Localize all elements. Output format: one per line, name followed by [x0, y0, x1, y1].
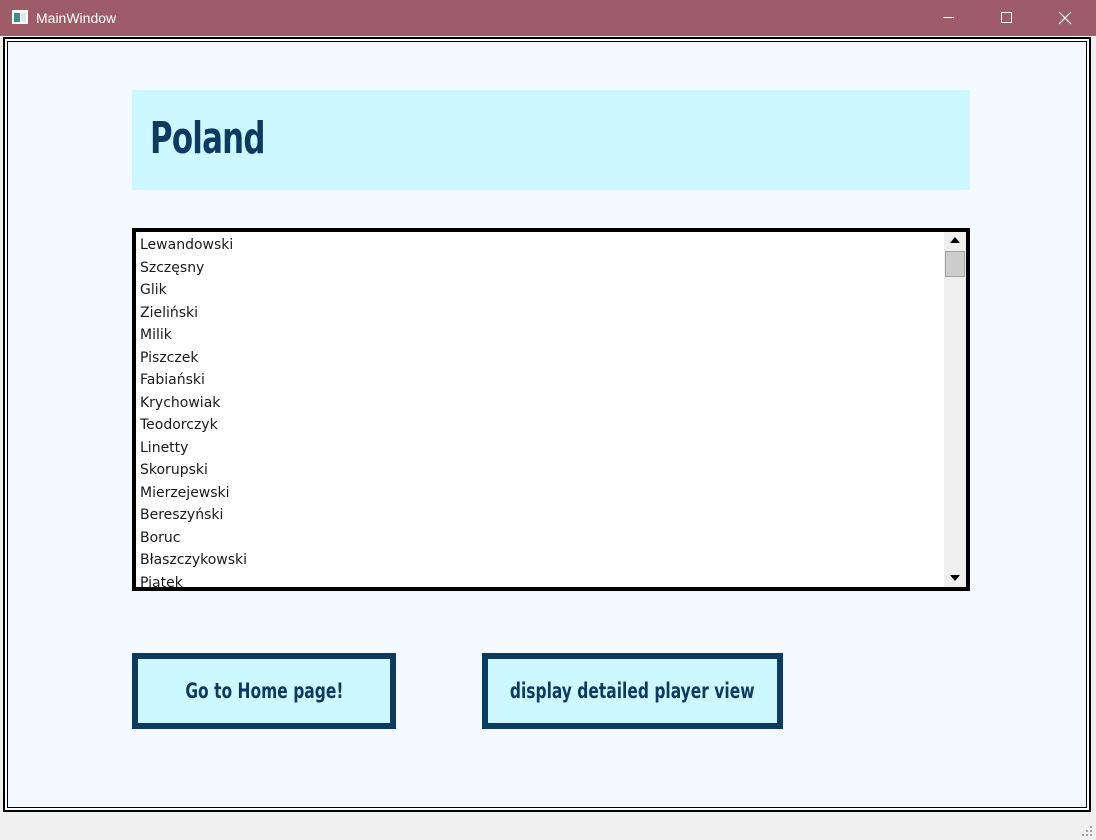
player-list-item[interactable]: Linetty	[136, 437, 942, 460]
country-header: Poland	[132, 90, 970, 190]
scroll-down-arrow-icon	[950, 575, 960, 581]
country-title: Poland	[150, 113, 265, 164]
player-list-item[interactable]: Fabiański	[136, 369, 942, 392]
main-content: Poland Lewandowski Szczęsny Glik Zielińs…	[7, 41, 1087, 808]
minimize-icon	[943, 17, 954, 18]
window-title: MainWindow	[36, 10, 117, 26]
player-list-item[interactable]: Skorupski	[136, 459, 942, 482]
window-frame: Poland Lewandowski Szczęsny Glik Zielińs…	[3, 37, 1091, 812]
resize-grip-icon[interactable]	[1080, 824, 1092, 836]
player-list-item[interactable]: Mierzejewski	[136, 482, 942, 505]
player-list-item[interactable]: Glik	[136, 279, 942, 302]
scroll-down-button[interactable]	[944, 570, 966, 587]
go-home-button-label: Go to Home page!	[184, 679, 344, 703]
window-app-icon	[12, 10, 28, 24]
scroll-up-button[interactable]	[944, 232, 966, 249]
title-bar[interactable]: MainWindow	[0, 0, 1096, 36]
maximize-icon	[1001, 12, 1012, 23]
close-button[interactable]	[1036, 0, 1094, 36]
player-list-item[interactable]: Szczęsny	[136, 257, 942, 280]
player-listbox[interactable]: Lewandowski Szczęsny Glik Zieliński Mili…	[132, 228, 970, 591]
go-home-button[interactable]: Go to Home page!	[132, 653, 396, 729]
close-icon	[1058, 11, 1072, 25]
player-list-item[interactable]: Bereszyński	[136, 504, 942, 527]
player-list-item[interactable]: Krychowiak	[136, 392, 942, 415]
player-list-item[interactable]: Piątek	[136, 572, 942, 588]
window-bottom-bar	[0, 812, 1096, 840]
detailed-player-view-button[interactable]: display detailed player view	[482, 653, 783, 729]
player-list-item[interactable]: Piszczek	[136, 347, 942, 370]
player-list-item[interactable]: Boruc	[136, 527, 942, 550]
detailed-player-view-button-label: display detailed player view	[510, 679, 755, 703]
player-list-item[interactable]: Zieliński	[136, 302, 942, 325]
player-list: Lewandowski Szczęsny Glik Zieliński Mili…	[136, 234, 942, 588]
player-list-item[interactable]: Lewandowski	[136, 234, 942, 257]
scroll-thumb[interactable]	[945, 251, 965, 277]
player-list-item[interactable]: Milik	[136, 324, 942, 347]
player-list-item[interactable]: Teodorczyk	[136, 414, 942, 437]
minimize-button[interactable]	[920, 0, 978, 36]
scroll-up-arrow-icon	[950, 237, 960, 243]
maximize-button[interactable]	[978, 0, 1036, 36]
player-list-item[interactable]: Błaszczykowski	[136, 549, 942, 572]
vertical-scrollbar[interactable]	[944, 232, 966, 587]
